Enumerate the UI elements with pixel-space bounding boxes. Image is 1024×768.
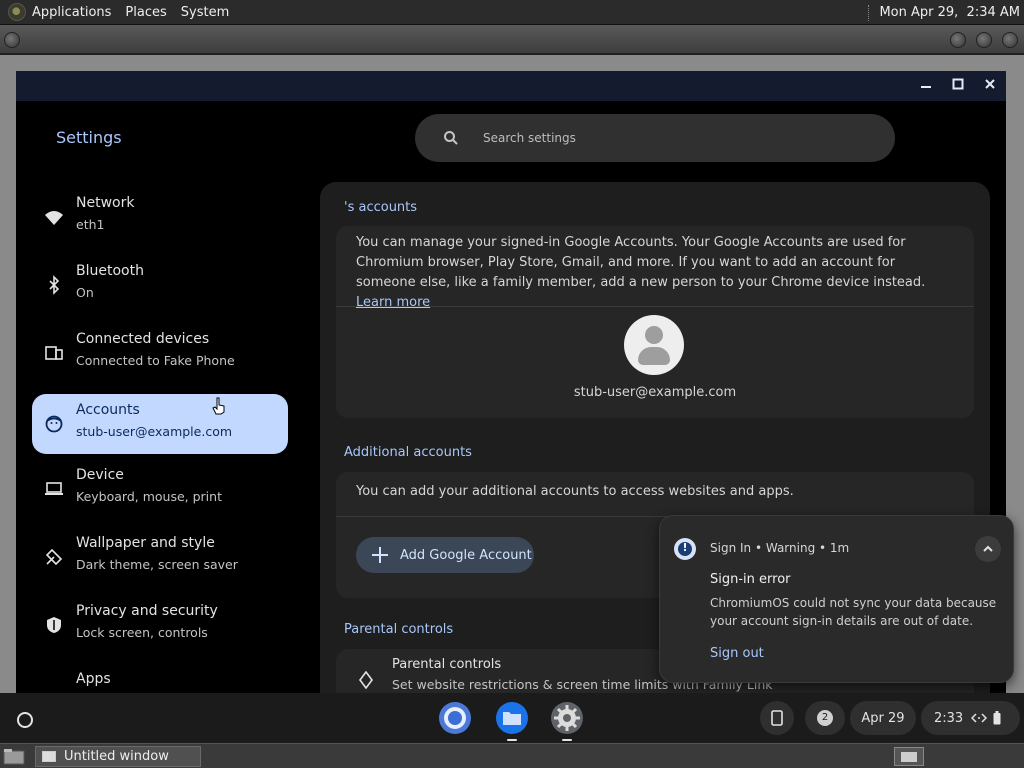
accounts-icon	[45, 415, 63, 433]
bar-knob-icon[interactable]	[976, 32, 992, 48]
sidebar-item-network[interactable]: Network eth1	[32, 187, 288, 247]
avatar	[624, 315, 684, 375]
bluetooth-icon	[49, 275, 60, 295]
notification-count-badge: 2	[817, 710, 833, 726]
sidebar-item-privacy[interactable]: Privacy and security Lock screen, contro…	[32, 595, 288, 655]
file-manager-icon[interactable]	[3, 748, 25, 765]
search-placeholder: Search settings	[483, 131, 576, 145]
notification-body: ChromiumOS could not sync your data beca…	[710, 596, 997, 628]
bottom-taskbar: Untitled window	[0, 743, 1024, 768]
bar-knob-icon[interactable]	[4, 32, 20, 48]
sidebar-item-apps[interactable]: Apps	[32, 663, 288, 693]
phone-hub-button[interactable]	[760, 701, 794, 735]
sidebar-item-label: Privacy and security	[76, 603, 218, 619]
date-tray[interactable]: Apr 29	[850, 701, 916, 735]
search-icon	[444, 131, 458, 145]
places-menu[interactable]: Places	[125, 5, 166, 20]
launcher-button[interactable]	[6, 701, 40, 735]
shelf: 2 Apr 29 2:33	[0, 693, 1024, 743]
hand-cursor-icon	[212, 397, 225, 415]
shelf-time: 2:33	[934, 710, 964, 726]
parental-controls-title: Parental controls	[344, 622, 454, 637]
sidebar-item-connected-devices[interactable]: Connected devices Connected to Fake Phon…	[32, 323, 288, 383]
notification-counter[interactable]: 2	[805, 701, 845, 735]
accounts-description: You can manage your signed-in Google Acc…	[356, 235, 926, 310]
sidebar-item-label: Apps	[76, 671, 111, 687]
sidebar-item-sublabel: Connected to Fake Phone	[76, 353, 235, 368]
user-email: stub-user@example.com	[573, 385, 737, 400]
wifi-icon	[45, 211, 63, 225]
plus-icon	[370, 545, 390, 565]
sidebar-item-label: Wallpaper and style	[76, 535, 215, 551]
laptop-icon	[45, 482, 63, 495]
sidebar-item-label: Device	[76, 467, 124, 483]
sidebar-item-label: Accounts	[76, 402, 140, 418]
bar-knob-icon[interactable]	[1002, 32, 1018, 48]
system-menu[interactable]: System	[181, 5, 229, 20]
status-tray[interactable]: 2:33	[921, 701, 1020, 735]
notification-title: Sign-in error	[710, 572, 791, 587]
sidebar-item-device[interactable]: Device Keyboard, mouse, print	[32, 459, 288, 519]
sidebar-item-sublabel: Keyboard, mouse, print	[76, 489, 222, 504]
palette-icon	[45, 548, 63, 566]
collapse-button[interactable]	[975, 536, 1001, 562]
add-button-label: Add Google Account	[400, 547, 532, 563]
panel-grip	[868, 4, 871, 21]
sidebar-item-sublabel: Dark theme, screen saver	[76, 557, 238, 572]
window-bar	[0, 25, 1024, 54]
additional-description: You can add your additional accounts to …	[356, 484, 794, 499]
sidebar-item-bluetooth[interactable]: Bluetooth On	[32, 255, 288, 315]
applications-menu[interactable]: Applications	[32, 5, 111, 20]
taskbar-window-title: Untitled window	[64, 749, 169, 764]
sidebar-item-label: Connected devices	[76, 331, 210, 347]
taskbar-window-button[interactable]: Untitled window	[35, 746, 201, 767]
sidebar-item-accounts[interactable]: Accounts stub-user@example.com	[32, 394, 288, 454]
close-icon[interactable]	[979, 76, 1001, 96]
app-title: Settings	[56, 128, 122, 147]
add-google-account-button[interactable]: Add Google Account	[356, 537, 534, 573]
minimize-icon[interactable]	[915, 76, 937, 96]
sidebar-item-label: Bluetooth	[76, 263, 144, 279]
connected-devices-icon	[45, 346, 63, 360]
additional-accounts-title: Additional accounts	[344, 445, 472, 460]
maximize-icon[interactable]	[947, 76, 969, 96]
accounts-section-title: 's accounts	[344, 200, 418, 215]
accounts-card: You can manage your signed-in Google Acc…	[336, 226, 974, 418]
sidebar-item-label: Network	[76, 195, 135, 211]
learn-more-link[interactable]: Learn more	[356, 295, 430, 310]
settings-gear-icon[interactable]	[550, 701, 584, 741]
parental-controls-icon	[359, 671, 373, 689]
files-icon[interactable]	[495, 701, 529, 741]
sidebar-item-sublabel: On	[76, 285, 94, 300]
sidebar-item-sublabel: Lock screen, controls	[76, 625, 208, 640]
bar-knob-icon[interactable]	[950, 32, 966, 48]
system-logo-icon[interactable]	[8, 3, 26, 21]
sidebar-item-sublabel: stub-user@example.com	[76, 424, 233, 439]
shelf-date: Apr 29	[861, 710, 905, 726]
top-panel: Applications Places System Mon Apr 29, 2…	[0, 0, 1024, 25]
panel-clock[interactable]: Mon Apr 29, 2:34 AM	[879, 5, 1020, 20]
phone-icon	[771, 710, 783, 726]
chrome-icon[interactable]	[438, 701, 472, 735]
sidebar-item-sublabel: eth1	[76, 217, 105, 232]
chevron-up-icon	[983, 545, 993, 552]
shield-icon	[47, 617, 61, 633]
window-icon	[42, 751, 56, 762]
sign-out-button[interactable]: Sign out	[710, 646, 764, 661]
show-desktop-button[interactable]	[894, 747, 924, 766]
battery-icon	[993, 711, 1001, 725]
network-arrows-icon	[971, 713, 988, 723]
sidebar-item-wallpaper[interactable]: Wallpaper and style Dark theme, screen s…	[32, 527, 288, 587]
notification-header: Sign In • Warning • 1m	[710, 541, 850, 555]
search-input[interactable]: Search settings	[415, 114, 895, 162]
warning-icon	[674, 538, 696, 560]
sign-in-notification[interactable]: Sign In • Warning • 1m Sign-in error Chr…	[659, 515, 1014, 683]
title-bar	[16, 71, 1006, 101]
parental-controls-label: Parental controls	[392, 657, 502, 672]
apps-icon	[44, 683, 64, 693]
card-divider	[336, 306, 974, 307]
